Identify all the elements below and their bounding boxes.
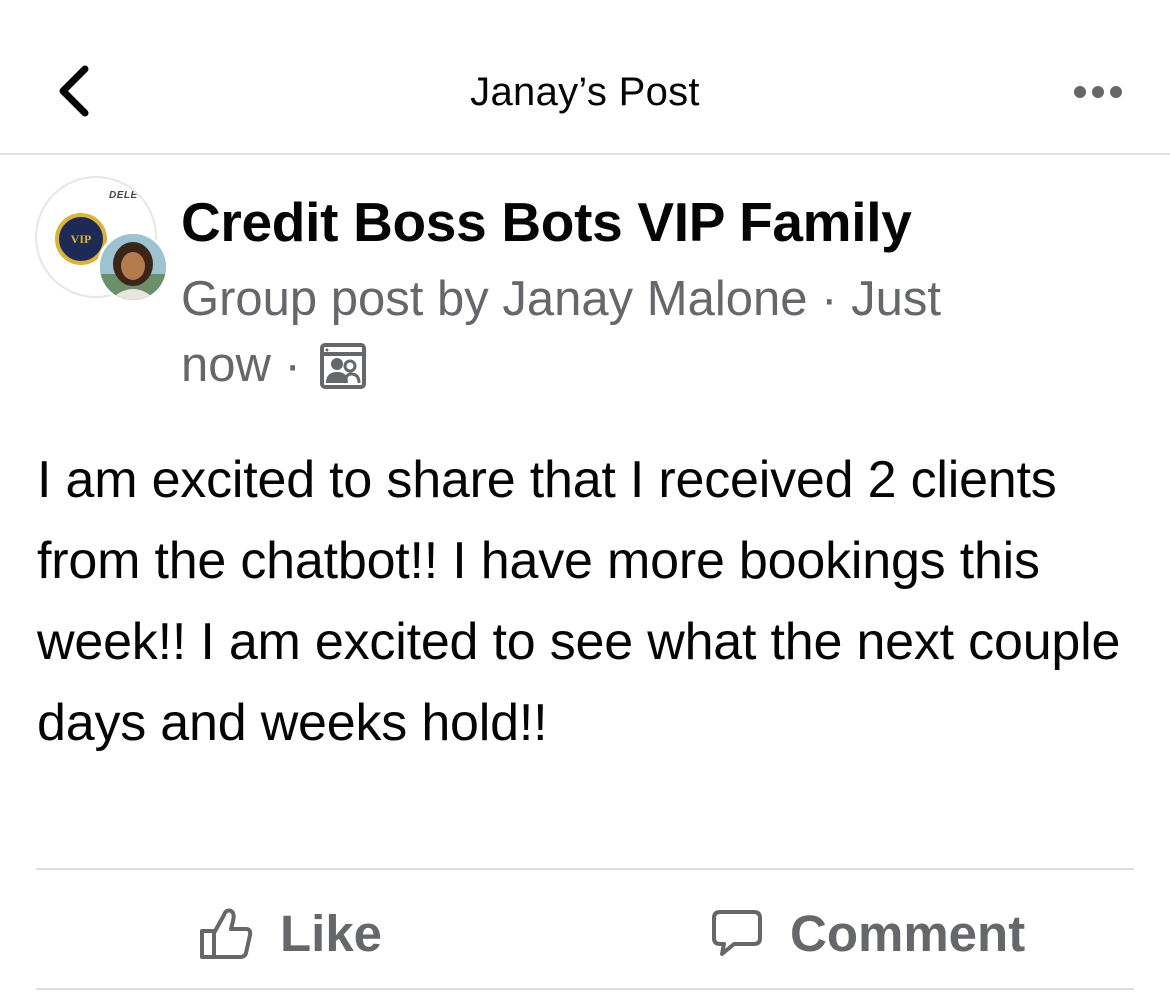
meta-separator-2: · bbox=[284, 338, 301, 392]
more-horizontal-icon bbox=[1071, 86, 1125, 98]
page-title: Janay’s Post bbox=[470, 70, 700, 114]
like-label: Like bbox=[280, 904, 383, 962]
divider-top bbox=[36, 868, 1134, 870]
post-timestamp-cont[interactable]: now bbox=[181, 338, 271, 392]
author-avatar[interactable] bbox=[97, 231, 169, 303]
avatar-label-text: DELE bbox=[109, 190, 138, 201]
post-body-text: I am excited to share that I received 2 … bbox=[37, 451, 1121, 752]
group-avatar[interactable]: DELE VIP bbox=[35, 176, 169, 303]
comment-bubble-icon bbox=[712, 910, 762, 956]
post-timestamp[interactable]: Just bbox=[851, 272, 941, 326]
meta-separator: · bbox=[821, 272, 838, 326]
group-members-icon[interactable] bbox=[320, 343, 367, 389]
like-button[interactable]: Like bbox=[198, 895, 382, 971]
vip-badge-text: VIP bbox=[70, 231, 92, 246]
more-options-button[interactable] bbox=[1060, 72, 1136, 112]
thumbs-up-icon bbox=[200, 908, 253, 959]
group-post-by-label: Group post by bbox=[181, 272, 489, 326]
divider-bottom bbox=[36, 988, 1134, 990]
author-name-link[interactable]: Janay Malone bbox=[502, 272, 807, 326]
comment-button[interactable]: Comment bbox=[710, 895, 1025, 971]
comment-label: Comment bbox=[790, 904, 1026, 962]
author-photo bbox=[100, 234, 166, 300]
top-nav-bar: Janay’s Post bbox=[0, 0, 1170, 155]
post-page: Janay’s Post DELE VIP Credit Boss Bots V… bbox=[0, 0, 1170, 1005]
group-name-link[interactable]: Credit Boss Bots VIP Family bbox=[181, 190, 912, 254]
post-meta: Group post by Janay Malone · Just now · bbox=[181, 266, 1081, 398]
